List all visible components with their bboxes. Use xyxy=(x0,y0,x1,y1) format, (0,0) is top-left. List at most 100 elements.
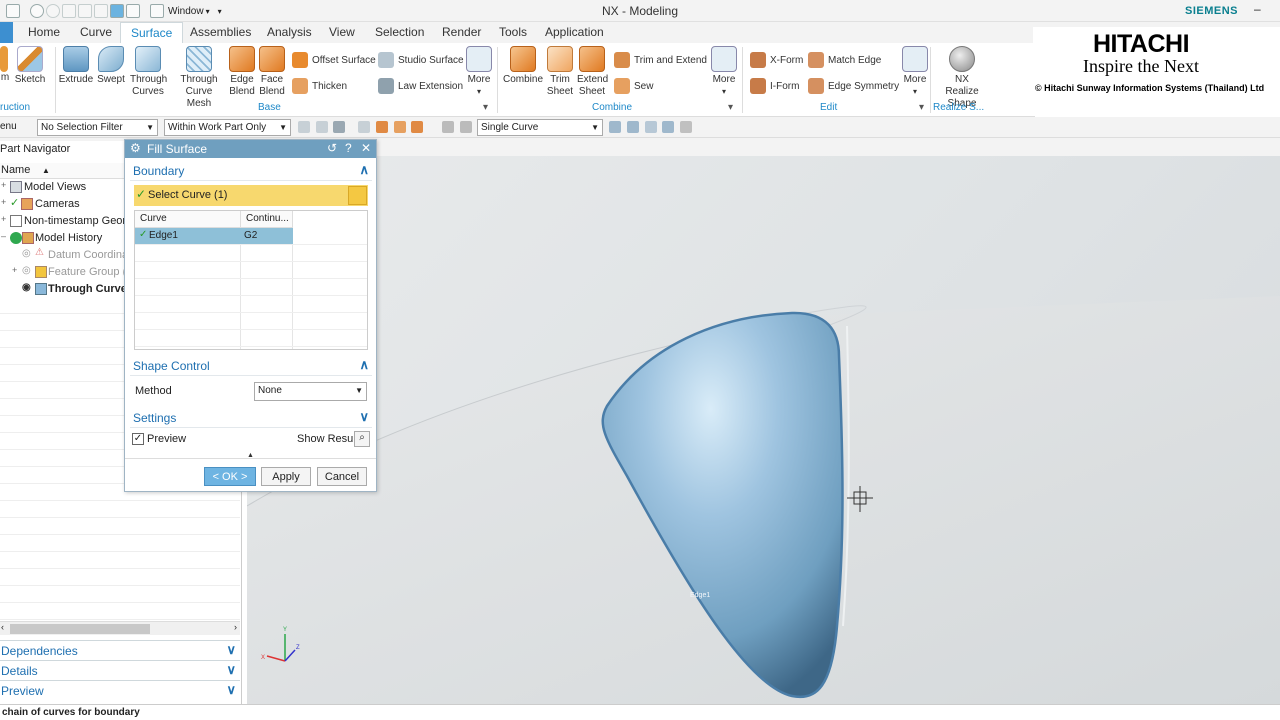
offset-surface-button[interactable]: Offset Surface xyxy=(292,52,376,68)
through-curves-button[interactable]: Through Curves xyxy=(126,46,170,98)
graphics-window[interactable]: Edge1 Y X Z xyxy=(247,156,1280,704)
file-menu-stub[interactable] xyxy=(0,22,13,43)
tab-curve[interactable]: Curve xyxy=(80,25,112,39)
tab-home[interactable]: Home xyxy=(28,25,60,39)
dialog-title-bar[interactable]: ⚙ Fill Surface ↺ ? ✕ xyxy=(125,140,376,158)
show-result-icon[interactable]: ⌕ xyxy=(354,431,370,447)
shape-control-section-header[interactable]: Shape Control ∧ xyxy=(130,356,372,376)
menu-button[interactable]: enu xyxy=(0,121,17,132)
details-panel[interactable]: Details ∨ xyxy=(0,660,240,680)
combine-more-button[interactable]: More ▾ xyxy=(708,46,740,98)
face-blend-button[interactable]: Face Blend xyxy=(257,46,287,98)
combine-button[interactable]: Combine xyxy=(502,46,544,86)
reset-icon[interactable]: ↺ xyxy=(327,141,337,155)
edge-symmetry-button[interactable]: Edge Symmetry xyxy=(808,78,899,94)
scrollbar-thumb[interactable] xyxy=(10,624,150,634)
select-curve-row[interactable]: ✓ Select Curve (1) xyxy=(134,185,368,206)
trim-sheet-button[interactable]: Trim Sheet xyxy=(545,46,575,98)
edge-blend-button[interactable]: Edge Blend xyxy=(227,46,257,98)
path-selection-icon[interactable] xyxy=(662,121,674,133)
expand-icon[interactable]: + xyxy=(12,265,17,275)
tab-application[interactable]: Application xyxy=(545,25,604,39)
extend-sheet-button[interactable]: Extend Sheet xyxy=(576,46,608,98)
sew-button[interactable]: Sew xyxy=(614,78,653,94)
select-edges-icon[interactable] xyxy=(358,121,370,133)
extrude-button[interactable]: Extrude xyxy=(58,46,94,86)
tab-render[interactable]: Render xyxy=(442,25,481,39)
nx-realize-shape-button[interactable]: NX Realize Shape xyxy=(936,46,988,110)
curve-rule-dropdown[interactable]: Single Curve ▼ xyxy=(477,119,603,136)
combine-group-menu-icon[interactable]: ▾ xyxy=(728,102,733,113)
preview-panel[interactable]: Preview ∨ xyxy=(0,680,240,700)
xform-button[interactable]: X-Form xyxy=(750,52,803,68)
thicken-button[interactable]: Thicken xyxy=(292,78,347,94)
scroll-right-icon[interactable]: › xyxy=(234,622,237,632)
select-features-icon[interactable] xyxy=(298,121,310,133)
sketch-button[interactable]: Sketch xyxy=(14,46,46,86)
dependencies-panel[interactable]: Dependencies ∨ xyxy=(0,640,240,660)
table-row[interactable]: ✓ Edge1 G2 xyxy=(135,228,293,244)
chain-within-feature-icon[interactable] xyxy=(645,121,657,133)
preview-checkbox[interactable]: ✓ xyxy=(132,433,144,445)
expand-icon[interactable]: + xyxy=(1,197,6,207)
iform-button[interactable]: I-Form xyxy=(750,78,799,94)
help-icon[interactable]: ? xyxy=(345,141,352,155)
studio-surface-button[interactable]: Studio Surface xyxy=(378,52,464,68)
viewport-canvas[interactable]: Edge1 Y X Z xyxy=(247,156,1280,704)
stop-at-intersection-icon[interactable] xyxy=(609,121,621,133)
tab-analysis[interactable]: Analysis xyxy=(267,25,312,39)
tab-tools[interactable]: Tools xyxy=(499,25,527,39)
tab-assemblies[interactable]: Assemblies xyxy=(190,25,251,39)
scroll-left-icon[interactable]: ‹ xyxy=(1,622,4,632)
continuity-cell[interactable]: G2 xyxy=(241,228,260,243)
settings-section-header[interactable]: Settings ∨ xyxy=(130,408,372,428)
chevron-up-icon[interactable]: ∧ xyxy=(359,357,369,373)
follow-fillet-icon[interactable] xyxy=(627,121,639,133)
select-sheet-icon[interactable] xyxy=(460,121,472,133)
settings-icon[interactable] xyxy=(680,121,692,133)
select-bodies-icon[interactable] xyxy=(316,121,328,133)
curve-column-header[interactable]: Curve xyxy=(135,211,241,228)
hidden-eye-icon[interactable]: ◎ xyxy=(22,265,34,277)
snap-endpoint-icon[interactable] xyxy=(394,121,406,133)
method-dropdown[interactable]: None ▼ xyxy=(254,382,367,401)
edit-more-button[interactable]: More ▾ xyxy=(899,46,931,98)
chevron-down-icon[interactable]: ∨ xyxy=(226,682,236,698)
tab-view[interactable]: View xyxy=(329,25,355,39)
select-solid-icon[interactable] xyxy=(442,121,454,133)
expand-icon[interactable]: + xyxy=(1,214,6,224)
datum-button[interactable]: m xyxy=(0,46,10,84)
through-curve-mesh-button[interactable]: Through Curve Mesh xyxy=(171,46,227,110)
type-filter-dropdown[interactable]: No Selection Filter ▼ xyxy=(37,119,158,136)
select-faces-icon[interactable] xyxy=(333,121,345,133)
curve-picker-icon[interactable] xyxy=(348,186,367,205)
base-more-button[interactable]: More ▾ xyxy=(463,46,495,98)
ok-button[interactable]: < OK > xyxy=(204,467,256,486)
navigator-horizontal-scrollbar[interactable]: ‹ › xyxy=(0,621,240,635)
law-extension-button[interactable]: Law Extension xyxy=(378,78,463,94)
match-edge-button[interactable]: Match Edge xyxy=(808,52,881,68)
gear-icon[interactable]: ⚙ xyxy=(130,141,141,155)
chevron-down-icon[interactable]: ∨ xyxy=(226,642,236,658)
snap-midpoint-icon[interactable] xyxy=(411,121,423,133)
collapse-icon[interactable]: – xyxy=(1,231,6,241)
cancel-button[interactable]: Cancel xyxy=(317,467,367,486)
edit-group-menu-icon[interactable]: ▾ xyxy=(919,102,924,113)
chevron-down-icon[interactable]: ∨ xyxy=(226,662,236,678)
minimize-button[interactable]: – xyxy=(1254,2,1261,16)
trim-and-extend-button[interactable]: Trim and Extend xyxy=(614,52,707,68)
snap-point-icon[interactable] xyxy=(376,121,388,133)
chevron-up-icon[interactable]: ∧ xyxy=(359,162,369,178)
selection-scope-dropdown[interactable]: Within Work Part Only ▼ xyxy=(164,119,291,136)
boundary-section-header[interactable]: Boundary ∧ xyxy=(130,161,372,181)
close-icon[interactable]: ✕ xyxy=(361,141,371,155)
base-group-menu-icon[interactable]: ▾ xyxy=(483,102,488,113)
hidden-eye-icon[interactable]: ◎ xyxy=(22,248,34,260)
tab-surface[interactable]: Surface xyxy=(120,22,184,43)
expand-icon[interactable]: + xyxy=(1,180,6,190)
apply-button[interactable]: Apply xyxy=(261,467,311,486)
visible-eye-icon[interactable]: ◉ xyxy=(22,282,34,294)
tab-selection[interactable]: Selection xyxy=(375,25,424,39)
swept-button[interactable]: Swept xyxy=(96,46,126,86)
continuity-column-header[interactable]: Continu... xyxy=(241,211,293,228)
